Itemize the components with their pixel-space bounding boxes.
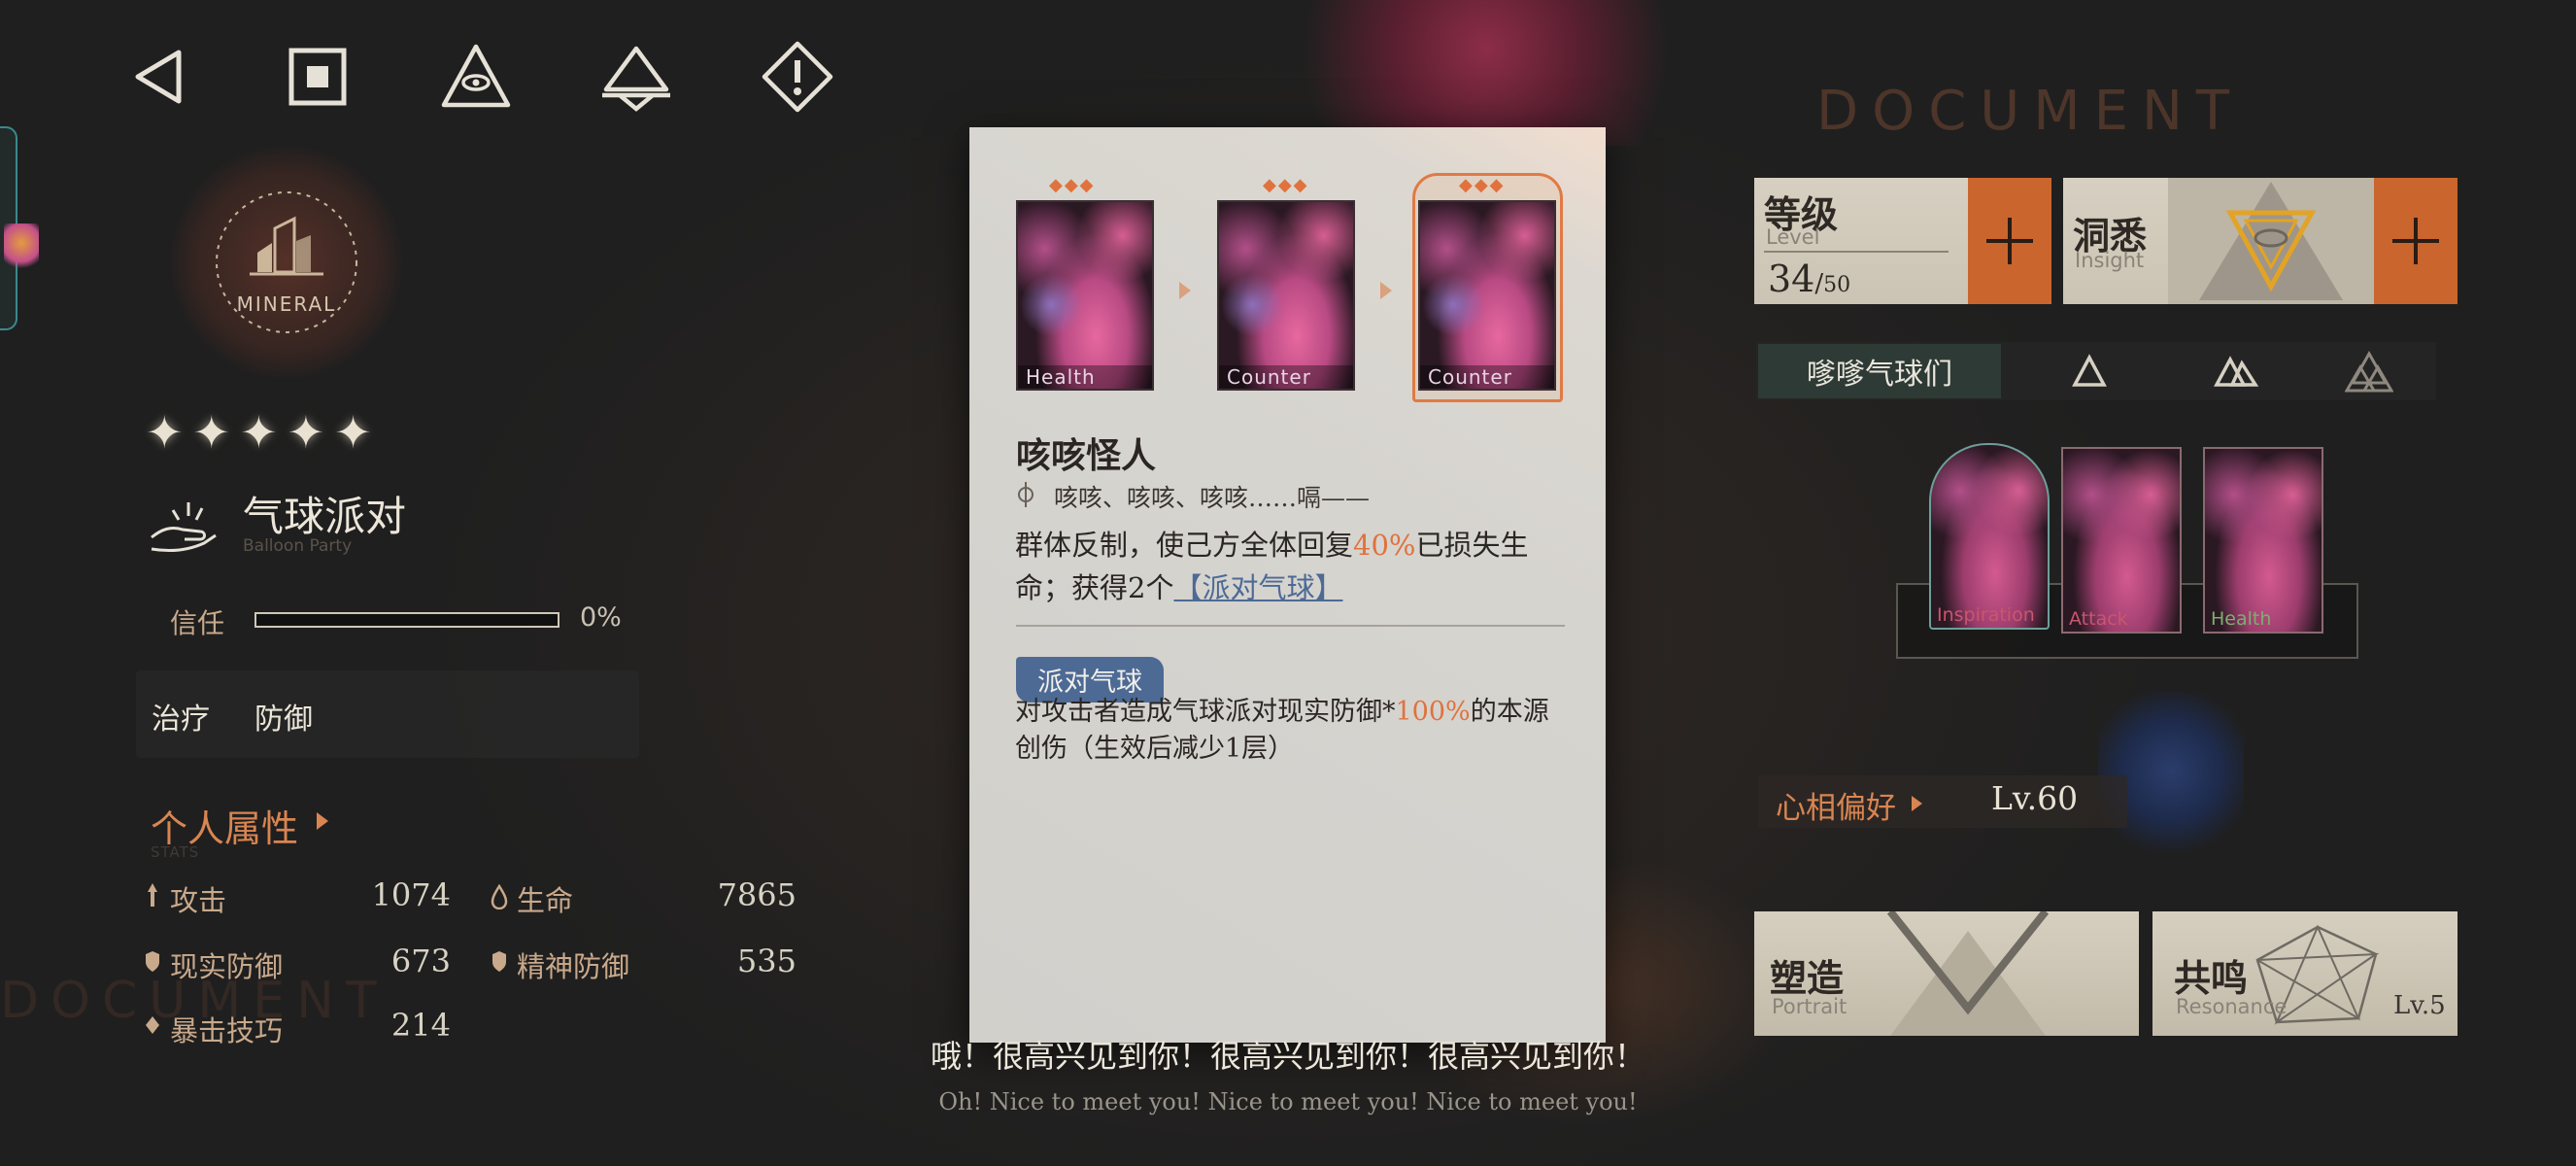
character-name: 气球派对 [243, 493, 407, 540]
mental-shield-icon [492, 951, 506, 972]
trust-percent: 0% [580, 602, 622, 633]
portrait-title: 塑造 [1770, 956, 1845, 1000]
arrow-right-icon [1179, 282, 1191, 299]
plus-icon [2392, 218, 2439, 264]
character-name-en: Balloon Party [243, 536, 353, 556]
attr-value: 673 [390, 943, 451, 979]
attr-value: 7865 [717, 876, 797, 913]
insight-sub: Insight [2075, 249, 2145, 272]
star-icon: ✦ [287, 406, 325, 459]
badge-percent: 100% [1395, 697, 1471, 727]
thumb-stars: ◆◆◆ [1049, 175, 1096, 195]
attr-name: 现实防御 [170, 950, 284, 983]
attr-name: 生命 [517, 884, 574, 917]
skill-thumb-counter-2[interactable]: Counter [1418, 200, 1556, 391]
trust-label: 信任 [170, 607, 225, 639]
keyword-description: 对攻击者造成气球派对现实防御*100%的本源创伤（生效后减少1层） [1015, 694, 1569, 768]
health-drop-icon [491, 884, 508, 909]
level-value-row: 34/50 [1768, 257, 1851, 300]
home-square-icon[interactable] [280, 39, 356, 115]
resonance-title: 共鸣 [2174, 956, 2249, 1000]
triple-triangle-tab-icon[interactable] [2345, 348, 2393, 396]
attributes-subtitle: STATS [151, 843, 200, 861]
skill-thumb-counter-1[interactable]: Counter [1217, 200, 1355, 391]
flask-icon[interactable] [598, 39, 674, 115]
attr-name: 攻击 [170, 884, 227, 917]
back-icon[interactable] [120, 39, 196, 115]
bg-document-text: DOCUMENT [1816, 80, 2244, 143]
role-tags [136, 670, 639, 758]
badge-text: 对攻击者造成气球派对现实防御* [1015, 697, 1396, 727]
insight-eye-icon [2168, 178, 2374, 304]
triangle-tab-icon[interactable] [2065, 348, 2114, 396]
shield-icon [146, 951, 159, 972]
attr-name: 精神防御 [517, 950, 630, 983]
desc-text: 群体反制，使己方全体回复 [1015, 529, 1354, 562]
attributes-arrow-icon[interactable] [317, 812, 328, 830]
team-slot-label: Health [2211, 608, 2272, 630]
star-icon: ✦ [240, 406, 278, 459]
attack-icon [148, 883, 157, 907]
team-slot-label: Attack [2069, 608, 2128, 630]
skill-description: 群体反制，使己方全体回复40%已损失生命；获得2个【派对气球】 [1015, 524, 1569, 609]
thumb-label: Counter [1420, 365, 1554, 389]
alert-diamond-icon[interactable] [760, 39, 835, 115]
preference-label[interactable]: 心相偏好 [1776, 783, 1896, 827]
rarity-stars: ✦ ✦ ✦ ✦ ✦ [146, 410, 372, 455]
thumb-label: Health [1018, 365, 1152, 389]
level-divider [1764, 251, 1949, 253]
subtitle-cn: 哦！很高兴见到你！很高兴见到你！很高兴见到你！ [930, 1038, 1645, 1075]
star-icon: ✦ [334, 406, 372, 459]
eye-triangle-icon[interactable] [438, 39, 514, 115]
level-sub: Level [1766, 225, 1820, 249]
thumb-label: Counter [1219, 365, 1353, 389]
level-value: 34 [1768, 257, 1815, 300]
attr-value: 1074 [371, 876, 451, 913]
thumb-stars: ◆◆◆ [1459, 175, 1506, 195]
quote-icon [1018, 482, 1034, 507]
preference-arrow-icon [1912, 796, 1922, 811]
tab-team-active[interactable]: 嗲嗲气球们 [1758, 344, 2001, 398]
top-character-art [1263, 0, 1729, 146]
level-up-button[interactable] [1968, 178, 2051, 304]
hand-icon [151, 502, 217, 553]
team-slot-2[interactable]: Attack [2061, 447, 2182, 634]
mineral-emblem [170, 146, 403, 379]
portrait-v-icon [1886, 911, 2050, 1036]
attr-value: 535 [736, 943, 797, 979]
team-slot-label: Inspiration [1937, 604, 2035, 626]
tag-defense: 防御 [254, 703, 313, 737]
preference-level: Lv.60 [1991, 779, 2079, 817]
thumb-stars: ◆◆◆ [1263, 175, 1309, 195]
resonance-level: Lv.5 [2393, 991, 2446, 1020]
skill-quote: 咳咳、咳咳、咳咳……嗝—— [1054, 484, 1371, 512]
skill-thumb-health[interactable]: Health [1016, 200, 1154, 391]
arrow-right-icon [1380, 282, 1392, 299]
double-triangle-tab-icon[interactable] [2211, 348, 2259, 396]
level-max: 50 [1823, 273, 1851, 297]
flower-icon [4, 223, 39, 272]
tag-heal: 治疗 [152, 703, 210, 737]
emblem-label: MINERAL [236, 292, 337, 316]
team-slot-1[interactable]: Inspiration [1929, 443, 2050, 630]
star-icon: ✦ [146, 406, 184, 459]
desc-percent: 40% [1353, 529, 1416, 562]
subtitle-en: Oh! Nice to meet you! Nice to meet you! … [938, 1088, 1638, 1115]
portrait-sub: Portrait [1772, 995, 1847, 1018]
resonance-sub: Resonance [2176, 995, 2288, 1018]
insight-up-button[interactable] [2374, 178, 2457, 304]
skill-name: 咳咳怪人 [1016, 435, 1157, 476]
divider [1016, 625, 1565, 627]
party-balloon-link[interactable]: 【派对气球】 [1173, 571, 1342, 604]
star-icon: ✦ [192, 406, 231, 459]
trust-bar [254, 612, 559, 628]
team-slot-3[interactable]: Health [2203, 447, 2323, 634]
plus-icon [1986, 218, 2033, 264]
